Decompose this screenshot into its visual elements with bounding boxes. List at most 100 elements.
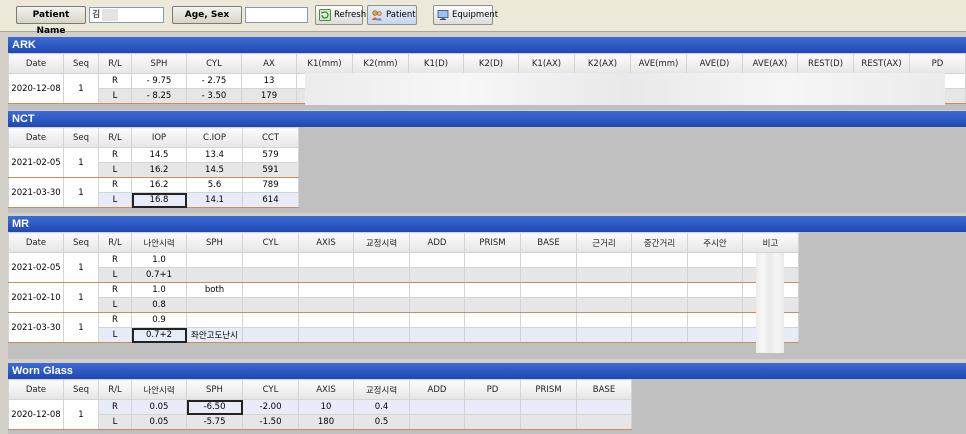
- cva-cell[interactable]: 0.5: [353, 414, 410, 430]
- col-header[interactable]: Seq: [63, 53, 99, 74]
- va-cell-selected[interactable]: 0.7+2: [131, 327, 187, 343]
- table-row[interactable]: 2020-12-08 1 R 0.05 -6.50 -2.00 10 0.4: [8, 399, 632, 430]
- axis-cell[interactable]: [298, 312, 354, 328]
- dominant-cell[interactable]: [687, 312, 743, 328]
- add-cell[interactable]: [409, 252, 465, 268]
- near-cell[interactable]: [576, 252, 632, 268]
- col-header[interactable]: R/L: [98, 379, 132, 400]
- cva-cell[interactable]: [353, 327, 410, 343]
- col-header[interactable]: PRISM: [464, 232, 521, 253]
- col-header[interactable]: AVE(D): [686, 53, 743, 74]
- col-header[interactable]: REST(D): [797, 53, 854, 74]
- col-header[interactable]: AVE(mm): [630, 53, 687, 74]
- date-cell[interactable]: 2021-02-10: [8, 282, 64, 313]
- seq-cell[interactable]: 1: [63, 252, 99, 283]
- ciop-cell[interactable]: 14.1: [186, 192, 243, 208]
- dominant-cell[interactable]: [687, 297, 743, 313]
- col-header[interactable]: CCT: [242, 127, 299, 148]
- col-header[interactable]: Seq: [63, 232, 99, 253]
- add-cell[interactable]: [409, 312, 465, 328]
- ax-cell[interactable]: 179: [241, 88, 297, 104]
- cct-cell[interactable]: 789: [242, 177, 299, 193]
- cyl-cell[interactable]: [242, 327, 299, 343]
- seq-cell[interactable]: 1: [63, 177, 99, 208]
- date-cell[interactable]: 2020-12-08: [8, 399, 64, 430]
- table-row[interactable]: 2021-02-05 1 R 14.5 13.4 579: [8, 147, 299, 178]
- col-header[interactable]: AXIS: [298, 379, 354, 400]
- iop-cell-selected[interactable]: 16.8: [131, 192, 187, 208]
- cyl-cell[interactable]: [242, 282, 299, 298]
- add-cell[interactable]: [409, 282, 465, 298]
- rl-cell[interactable]: R: [98, 252, 132, 268]
- col-header[interactable]: SPH: [186, 379, 243, 400]
- mid-cell[interactable]: [631, 252, 688, 268]
- mid-cell[interactable]: [631, 312, 688, 328]
- dominant-cell[interactable]: [687, 252, 743, 268]
- cyl-cell[interactable]: [242, 252, 299, 268]
- va-cell[interactable]: 0.8: [131, 297, 187, 313]
- rl-cell[interactable]: R: [98, 282, 132, 298]
- col-header[interactable]: 나안시력: [131, 232, 187, 253]
- cyl-cell[interactable]: -2.00: [242, 399, 299, 415]
- prism-cell[interactable]: [464, 267, 521, 283]
- age-sex-input[interactable]: [245, 7, 308, 23]
- cct-cell[interactable]: 579: [242, 147, 299, 163]
- dominant-cell[interactable]: [687, 327, 743, 343]
- col-header[interactable]: AXIS: [298, 232, 354, 253]
- col-header[interactable]: AX: [241, 53, 297, 74]
- equipment-button[interactable]: Equipment: [433, 5, 498, 25]
- table-row[interactable]: L 0.7+1: [9, 267, 799, 283]
- prism-cell[interactable]: [520, 414, 577, 430]
- add-cell[interactable]: [409, 414, 465, 430]
- axis-cell[interactable]: 180: [298, 414, 354, 430]
- axis-cell[interactable]: [298, 297, 354, 313]
- rl-cell[interactable]: L: [98, 414, 132, 430]
- cva-cell[interactable]: [353, 267, 410, 283]
- axis-cell[interactable]: [298, 327, 354, 343]
- patient-button[interactable]: Patient: [367, 5, 417, 25]
- rl-cell[interactable]: R: [98, 312, 132, 328]
- dominant-cell[interactable]: [687, 267, 743, 283]
- mid-cell[interactable]: [631, 282, 688, 298]
- rl-cell[interactable]: L: [98, 162, 132, 178]
- near-cell[interactable]: [576, 327, 632, 343]
- axis-cell[interactable]: [298, 282, 354, 298]
- dominant-cell[interactable]: [687, 282, 743, 298]
- table-row[interactable]: L 0.8: [9, 297, 799, 313]
- cva-cell[interactable]: [353, 252, 410, 268]
- col-header[interactable]: 근거리: [576, 232, 632, 253]
- sph-cell[interactable]: - 9.75: [131, 73, 187, 89]
- col-header[interactable]: BASE: [576, 379, 632, 400]
- sph-cell[interactable]: -5.75: [186, 414, 243, 430]
- rl-cell[interactable]: R: [98, 399, 132, 415]
- col-header[interactable]: PD: [909, 53, 966, 74]
- pd-cell[interactable]: [464, 414, 521, 430]
- table-row[interactable]: L 0.7+2 좌안고도난시: [9, 327, 799, 343]
- prism-cell[interactable]: [464, 252, 521, 268]
- mid-cell[interactable]: [631, 267, 688, 283]
- ciop-cell[interactable]: 13.4: [186, 147, 243, 163]
- col-header[interactable]: SPH: [186, 232, 243, 253]
- cva-cell[interactable]: [353, 282, 410, 298]
- base-cell[interactable]: [520, 312, 577, 328]
- va-cell[interactable]: 0.05: [131, 414, 187, 430]
- axis-cell[interactable]: [298, 267, 354, 283]
- prism-cell[interactable]: [520, 399, 577, 415]
- prism-cell[interactable]: [464, 312, 521, 328]
- sph-cell[interactable]: [186, 267, 243, 283]
- col-header[interactable]: REST(AX): [853, 53, 910, 74]
- base-cell[interactable]: [520, 297, 577, 313]
- iop-cell[interactable]: 14.5: [131, 147, 187, 163]
- table-row[interactable]: L 0.05 -5.75 -1.50 180 0.5: [9, 414, 632, 430]
- sph-cell[interactable]: [186, 297, 243, 313]
- rl-cell[interactable]: R: [98, 73, 132, 89]
- va-cell[interactable]: 0.7+1: [131, 267, 187, 283]
- cyl-cell[interactable]: - 3.50: [186, 88, 242, 104]
- rl-cell[interactable]: L: [98, 267, 132, 283]
- va-cell[interactable]: 0.05: [131, 399, 187, 415]
- cva-cell[interactable]: 0.4: [353, 399, 410, 415]
- col-header[interactable]: K1(AX): [518, 53, 575, 74]
- base-cell[interactable]: [520, 252, 577, 268]
- cyl-cell[interactable]: -1.50: [242, 414, 299, 430]
- table-row[interactable]: 2021-03-30 1 R 16.2 5.6 789: [8, 177, 299, 208]
